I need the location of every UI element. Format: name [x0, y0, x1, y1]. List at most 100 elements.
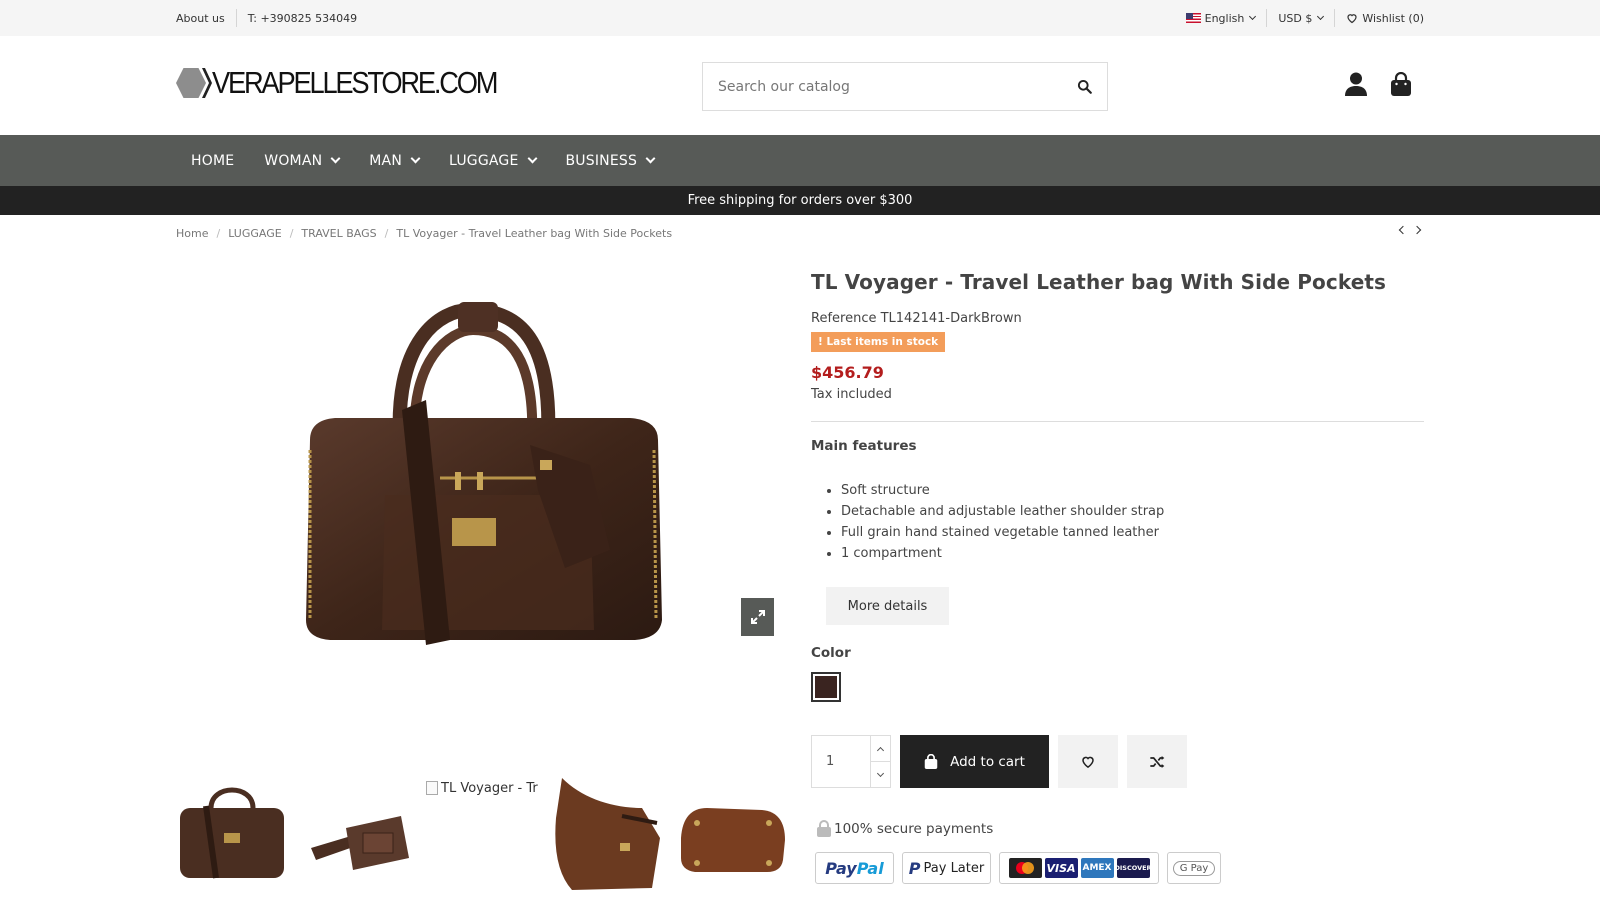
site-logo[interactable]: VERAPELLESTORE.COM [176, 65, 535, 100]
shopping-bag-icon [924, 754, 938, 769]
divider [1334, 9, 1336, 27]
zoom-button[interactable] [741, 598, 774, 636]
breadcrumb-divider: / [216, 227, 221, 240]
main-nav: HOME WOMAN MAN LUGGAGE BUSINESS [0, 135, 1600, 186]
nav-item-luggage[interactable]: LUGGAGE [434, 153, 550, 169]
breadcrumb-luggage[interactable]: LUGGAGE [228, 227, 282, 240]
breadcrumb-current: TL Voyager - Travel Leather bag With Sid… [396, 227, 673, 240]
search-input[interactable] [703, 63, 1061, 110]
chevron-down-icon [330, 153, 341, 164]
chevron-down-icon [1249, 12, 1257, 21]
logo-text: VERAPELLESTORE.COM [212, 65, 499, 100]
add-to-cart-label: Add to cart [950, 753, 1025, 770]
heart-icon [1082, 756, 1094, 769]
lock-icon [817, 820, 831, 837]
nav-item-home[interactable]: HOME [176, 153, 249, 169]
nav-label: HOME [191, 152, 235, 169]
logo-hexagon-icon [176, 68, 206, 98]
feature-item: Full grain hand stained vegetable tanned… [841, 522, 1164, 543]
currency-selector[interactable]: USD $ [1278, 11, 1325, 25]
quantity-input[interactable] [812, 736, 870, 787]
search-button[interactable] [1061, 63, 1107, 110]
promo-banner: Free shipping for orders over $300 [0, 186, 1600, 215]
product-reference: Reference TL142141-DarkBrown [811, 311, 1022, 326]
broken-image-icon [426, 781, 438, 795]
chevron-down-icon [645, 153, 656, 164]
google-pay-logo: G Pay [1167, 852, 1221, 884]
product-pagination [1398, 225, 1422, 235]
nav-label: MAN [369, 152, 403, 169]
add-to-wishlist-button[interactable] [1058, 735, 1118, 788]
chevron-up-icon [876, 746, 885, 754]
google-pay-badge: G Pay [1172, 860, 1216, 876]
features-list: Soft structure Detachable and adjustable… [841, 480, 1164, 564]
quantity-stepper [811, 735, 891, 788]
breadcrumb-divider: / [289, 227, 294, 240]
account-button[interactable] [1342, 70, 1370, 98]
stock-badge: ! Last items in stock [811, 332, 946, 352]
product-title: TL Voyager - Travel Leather bag With Sid… [811, 270, 1387, 294]
language-selector[interactable]: English [1185, 11, 1257, 25]
color-swatch-dark-brown[interactable] [811, 672, 841, 702]
nav-label: WOMAN [264, 152, 323, 169]
nav-item-woman[interactable]: WOMAN [249, 153, 354, 169]
feature-item: Detachable and adjustable leather should… [841, 501, 1164, 522]
swatch-fill [815, 676, 837, 698]
paypal-pay-later-logo: P Pay Later [902, 852, 991, 884]
nav-item-business[interactable]: BUSINESS [551, 153, 670, 169]
heart-icon [1347, 14, 1357, 24]
more-details-button[interactable]: More details [826, 587, 949, 625]
breadcrumb: Home / LUGGAGE / TRAVEL BAGS / TL Voyage… [176, 227, 672, 240]
product-main-image[interactable] [290, 300, 676, 650]
tax-note: Tax included [811, 387, 892, 402]
nav-item-man[interactable]: MAN [354, 153, 434, 169]
search-icon [1077, 79, 1092, 94]
thumbnail-alt-text: TL Voyager - Tr [441, 780, 538, 796]
expand-icon [750, 610, 765, 624]
breadcrumb-divider: / [384, 227, 389, 240]
divider [811, 421, 1424, 422]
currency-label: USD $ [1278, 11, 1313, 25]
product-price: $456.79 [811, 363, 884, 382]
paypal-text-pay: Pay [825, 858, 857, 878]
visa-icon: VISA [1044, 858, 1078, 878]
thumbnail-3[interactable]: TL Voyager - Tr [426, 778, 538, 798]
phone-number[interactable]: T: +390825 534049 [248, 12, 357, 25]
top-bar: About us T: +390825 534049 English USD $… [0, 0, 1600, 36]
mastercard-icon [1008, 858, 1042, 878]
thumbnail-4[interactable] [552, 778, 664, 890]
divider [1266, 9, 1268, 27]
breadcrumb-travel-bags[interactable]: TRAVEL BAGS [301, 227, 376, 240]
secure-payments-label: 100% secure payments [834, 820, 994, 837]
next-product-icon[interactable] [1412, 225, 1422, 235]
quantity-increase-button[interactable] [871, 736, 890, 761]
compare-button[interactable] [1127, 735, 1187, 788]
shuffle-icon [1150, 755, 1165, 768]
wishlist-link[interactable]: Wishlist (0) [1346, 12, 1424, 25]
previous-product-icon[interactable] [1398, 225, 1408, 235]
chevron-down-icon [1317, 12, 1325, 21]
add-to-cart-button[interactable]: Add to cart [900, 735, 1049, 788]
thumbnail-1[interactable] [176, 778, 288, 890]
cart-button[interactable] [1387, 70, 1415, 98]
search-box [702, 62, 1108, 111]
feature-item: Soft structure [841, 480, 1164, 501]
breadcrumb-home[interactable]: Home [176, 227, 208, 240]
secure-payments-note: 100% secure payments [816, 820, 993, 837]
color-label: Color [811, 645, 851, 661]
features-heading: Main features [811, 438, 917, 454]
quantity-decrease-button[interactable] [871, 761, 890, 787]
language-label: English [1204, 11, 1245, 25]
amex-icon: AMEX [1080, 858, 1114, 878]
thumbnail-2[interactable] [301, 778, 413, 890]
about-us-link[interactable]: About us [176, 12, 225, 25]
chevron-down-icon [527, 153, 537, 164]
shopping-bag-icon [1391, 72, 1411, 96]
nav-label: BUSINESS [565, 152, 638, 169]
thumbnail-5[interactable] [677, 778, 789, 890]
pay-later-label: Pay Later [923, 860, 985, 876]
nav-label: LUGGAGE [449, 152, 519, 169]
us-flag-icon [1185, 13, 1201, 23]
feature-item: 1 compartment [841, 543, 1164, 564]
paypal-logo: Pay Pal [815, 852, 894, 884]
